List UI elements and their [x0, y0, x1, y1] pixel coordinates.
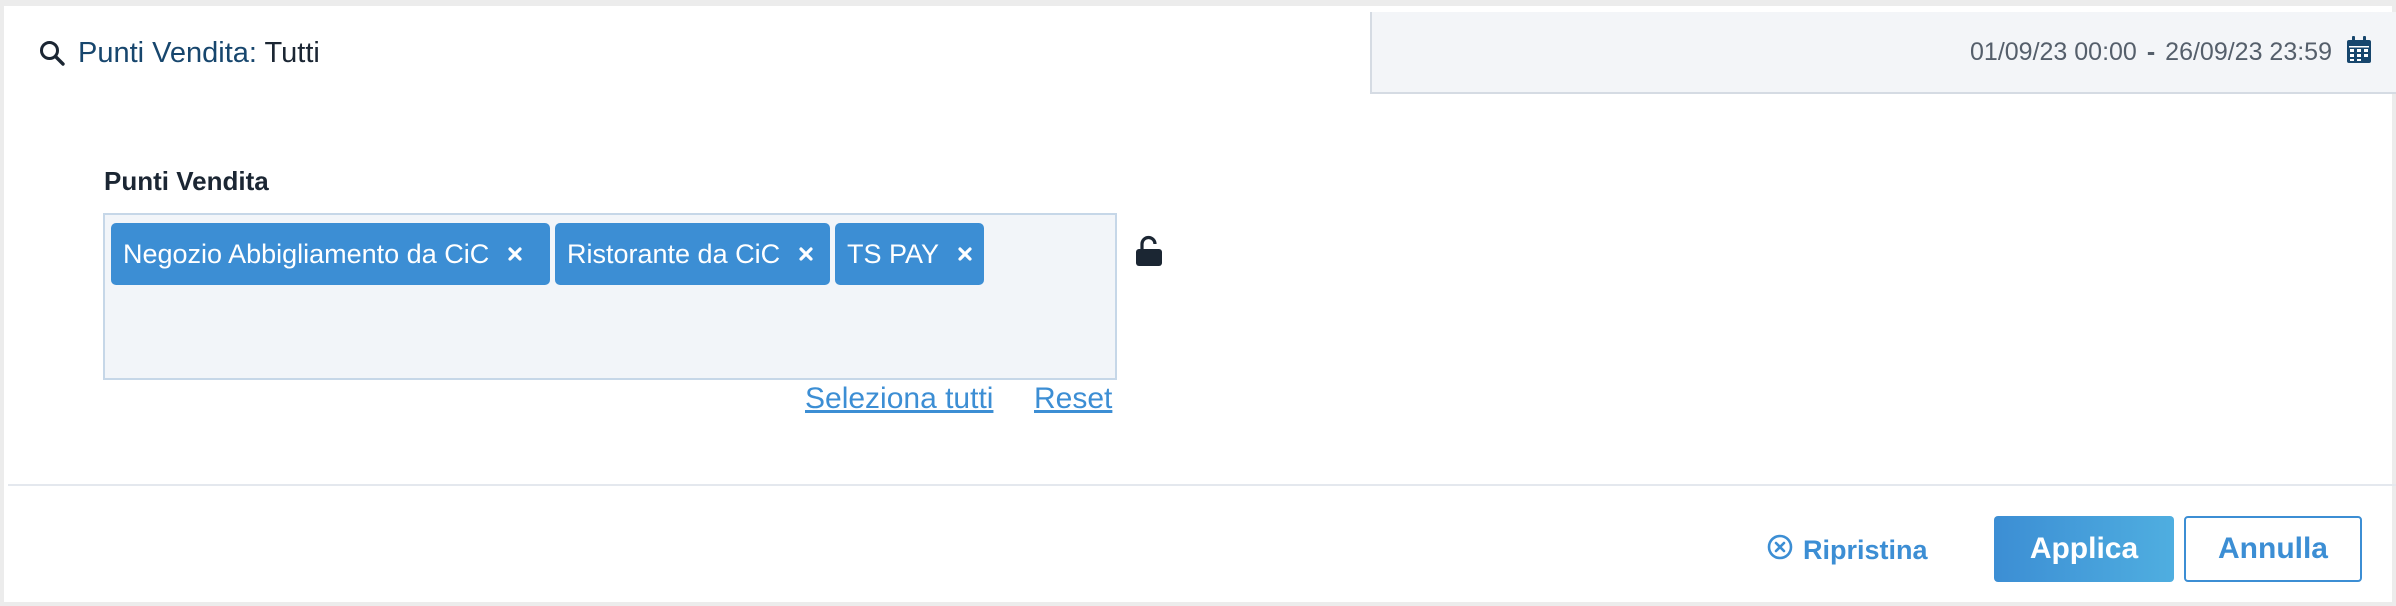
remove-tag-icon[interactable]	[507, 246, 523, 262]
reset-link[interactable]: Reset	[1034, 382, 1112, 416]
date-to: 26/09/23 23:59	[2165, 37, 2332, 66]
remove-tag-icon[interactable]	[798, 246, 814, 262]
tag-negozio-abbigliamento: Negozio Abbigliamento da CiC	[111, 223, 550, 285]
footer-divider	[8, 484, 2396, 486]
restore-button[interactable]: Ripristina	[1767, 530, 1928, 570]
punti-vendita-label: Punti Vendita	[104, 166, 269, 196]
date-range-picker[interactable]: 01/09/23 00:00 - 26/09/23 23:59	[1370, 12, 2396, 94]
filter-panel: Punti Vendita: Tutti 01/09/23 00:00 - 26…	[0, 0, 2396, 606]
punti-vendita-multiselect[interactable]: Negozio Abbigliamento da CiC Ristorante …	[103, 213, 1117, 380]
tag-label: Ristorante da CiC	[567, 238, 781, 269]
tag-ristorante: Ristorante da CiC	[555, 223, 830, 285]
tag-label: Negozio Abbigliamento da CiC	[123, 238, 490, 269]
restore-label: Ripristina	[1803, 534, 1928, 565]
remove-tag-icon[interactable]	[957, 246, 973, 262]
filter-summary: Punti Vendita: Tutti	[78, 37, 320, 70]
tag-label: TS PAY	[847, 238, 940, 269]
date-from: 01/09/23 00:00	[1970, 37, 2137, 66]
filter-summary-label: Punti Vendita:	[78, 36, 257, 69]
date-separator: -	[2146, 37, 2156, 66]
filter-header: Punti Vendita: Tutti 01/09/23 00:00 - 26…	[8, 12, 2396, 94]
unlock-icon[interactable]	[1135, 235, 1163, 272]
apply-button[interactable]: Applica	[1994, 516, 2174, 582]
cancel-button[interactable]: Annulla	[2184, 516, 2362, 582]
tag-ts-pay: TS PAY	[835, 223, 984, 285]
filter-summary-value: Tutti	[264, 36, 320, 69]
search-icon	[38, 39, 66, 67]
select-all-link[interactable]: Seleziona tutti	[805, 382, 993, 416]
circle-x-icon	[1767, 534, 1803, 567]
calendar-icon[interactable]	[2346, 35, 2372, 69]
filter-summary-toggle[interactable]: Punti Vendita: Tutti	[8, 12, 1370, 94]
